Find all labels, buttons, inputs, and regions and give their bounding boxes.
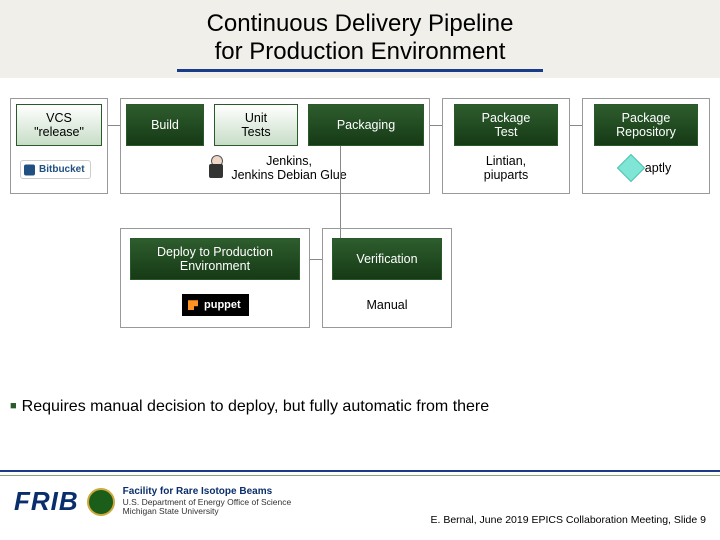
connector-vert [340,146,341,238]
doe-seal-icon [87,488,115,516]
puppet-badge: puppet [182,294,249,316]
facility-name: Facility for Rare Isotope Beams [123,486,273,497]
frib-mark: FRIB [14,486,79,517]
stage-packaging: Packaging [308,104,424,146]
stage-verify: Verification [332,238,442,280]
stage-vcs: VCS "release" [16,104,102,146]
frib-subtext: Facility for Rare Isotope Beams U.S. Dep… [123,486,292,517]
bullet-text: ■ Requires manual decision to deploy, but… [10,398,489,416]
connector [430,125,442,126]
aptly-icon [617,154,645,182]
jenkins-label: Jenkins, Jenkins Debian Glue [126,154,426,182]
pipeline-diagram: VCS "release" Build Unit Tests Packaging… [10,98,710,388]
stage-package-repo: Package Repository [594,104,698,146]
stage-deploy: Deploy to Production Environment [130,238,300,280]
stage-unit-tests: Unit Tests [214,104,298,146]
bullet-content: Requires manual decision to deploy, but … [22,398,490,415]
connector [108,125,120,126]
aptly-text: aptly [645,161,671,175]
aptly-label: aptly [594,158,698,178]
dept-name: U.S. Department of Energy Office of Scie… [123,497,292,507]
manual-label: Manual [332,298,442,312]
title-line1: Continuous Delivery Pipeline [207,10,514,37]
frib-logo: FRIB Facility for Rare Isotope Beams U.S… [14,486,291,517]
bullet-marker: ■ [10,400,17,412]
bitbucket-badge: Bitbucket [20,160,91,179]
connector [310,259,322,260]
jenkins-icon [205,155,227,181]
stage-package-test: Package Test [454,104,558,146]
connector [570,125,582,126]
footer-accent-line [0,475,720,476]
lintian-label: Lintian, piuparts [454,154,558,182]
univ-name: Michigan State University [123,506,219,516]
jenkins-text: Jenkins, Jenkins Debian Glue [231,154,346,182]
slide-title: Continuous Delivery Pipeline for Product… [0,0,720,78]
title-line2: for Production Environment [215,38,506,65]
stage-build: Build [126,104,204,146]
slide-info: E. Bernal, June 2019 EPICS Collaboration… [431,514,707,526]
slide-footer: FRIB Facility for Rare Isotope Beams U.S… [0,470,720,540]
